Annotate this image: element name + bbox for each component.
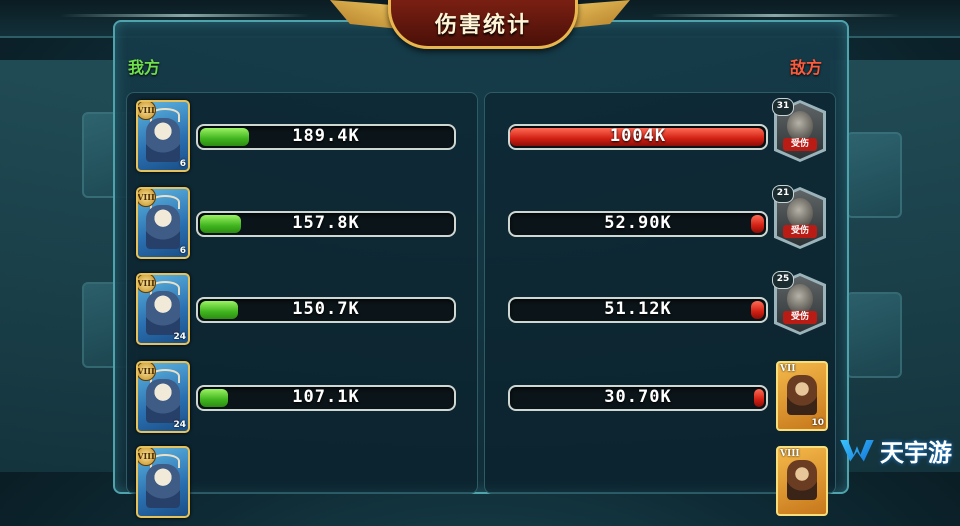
page-title: 伤害统计 [434,13,531,38]
rank-badge: VIII [780,449,800,459]
enemy-face [787,284,813,314]
injured-status-tag: 受伤 [783,311,817,324]
rank-badge: VIII [138,189,156,207]
enemy-damage-value: 30.70K [604,387,672,407]
ally-row: VIII 24 107.1K [134,361,464,441]
watermark: 天宇游 [840,433,952,468]
ally-row: VIII 6 189.4K [134,100,464,180]
hero-portrait [146,205,180,249]
enemy-damage-bar: 51.12K [508,297,768,323]
watermark-logo-icon [840,438,876,464]
ally-row: VIII 6 157.8K [134,187,464,267]
enemy-damage-value: 51.12K [604,299,672,319]
enemy-row: 51.12K 受伤 25 [506,271,830,353]
injured-status-tag: 受伤 [783,225,817,238]
hero-level: 6 [179,246,186,256]
ally-hero-card[interactable]: VIII 6 [136,187,190,259]
ally-damage-bar: 150.7K [196,297,456,323]
background-right-panel [830,60,960,472]
hero-level: 24 [173,420,186,430]
ally-damage-value: 107.1K [292,387,360,407]
ally-damage-value: 157.8K [292,213,360,233]
enemy-row: 1004K 受伤 31 [506,98,830,180]
hero-portrait [146,118,180,162]
enemy-level: 25 [772,271,794,289]
enemy-level: 21 [772,185,794,203]
ally-damage-value: 189.4K [292,126,360,146]
enemy-portrait [787,460,817,500]
rank-badge: VIII [138,363,156,381]
rank-badge: VIII [138,275,156,293]
injured-status-tag: 受伤 [783,138,817,151]
ally-row: VIII 24 150.7K [134,273,464,353]
enemy-portrait [787,375,817,415]
enemy-row: VIII [506,446,830,526]
ally-side-label: 我方 [128,58,161,77]
enemy-unit-card[interactable]: VII 10 [776,361,828,431]
ally-damage-bar: 157.8K [196,211,456,237]
enemy-row: 52.90K 受伤 21 [506,185,830,267]
ally-damage-bar: 107.1K [196,385,456,411]
rank-badge: VII [780,364,796,374]
ally-hero-card[interactable]: VIII 24 [136,273,190,345]
enemy-side-label: 敌方 [790,58,823,77]
ally-hero-card[interactable]: VIII 24 [136,361,190,433]
enemy-damage-value: 52.90K [604,213,672,233]
enemy-face [787,111,813,141]
top-ornament-right [650,14,900,17]
hero-level: 6 [179,159,186,169]
enemy-level: 10 [811,418,824,428]
ally-damage-value: 150.7K [292,299,360,319]
hero-portrait [146,291,180,335]
enemy-damage-value: 1004K [609,126,667,146]
enemy-damage-bar: 52.90K [508,211,768,237]
watermark-text: 天宇游 [880,439,952,467]
enemy-damage-bar: 30.70K [508,385,768,411]
ally-damage-bar: 189.4K [196,124,456,150]
ally-hero-card[interactable]: VIII [136,446,190,518]
rank-badge: VIII [138,448,156,466]
ally-hero-card[interactable]: VIII 6 [136,100,190,172]
enemy-damage-bar: 1004K [508,124,768,150]
enemy-level: 31 [772,98,794,116]
enemy-unit-card[interactable]: VIII [776,446,828,516]
title-banner: 伤害统计 [388,0,578,49]
hero-level: 24 [173,332,186,342]
hero-portrait [146,464,180,508]
ally-row: VIII [134,446,464,526]
background-hero-card [846,132,902,218]
hero-portrait [146,379,180,423]
top-ornament-left [60,14,310,17]
enemy-face [787,198,813,228]
background-hero-card [846,292,902,378]
rank-badge: VIII [138,102,156,120]
enemy-row: 30.70K VII 10 [506,361,830,441]
